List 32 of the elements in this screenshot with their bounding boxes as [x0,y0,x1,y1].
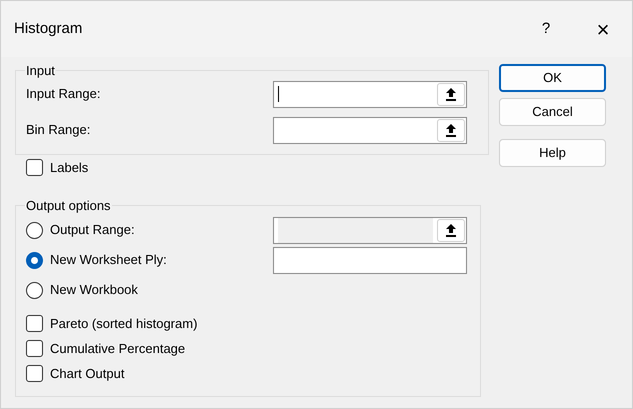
radio-button[interactable] [26,222,43,238]
close-button[interactable]: × [588,12,618,46]
range-picker-button[interactable] [437,82,465,106]
radio-label: Output Range: [50,221,135,240]
range-picker-button[interactable] [437,118,465,142]
radio-button[interactable] [26,252,43,268]
field-label: Input Range: [26,85,102,104]
radio-label: New Worksheet Ply: [50,251,167,270]
checkbox[interactable] [26,365,43,382]
field-label: Bin Range: [26,121,92,140]
group-title: Input [25,62,56,80]
range-field[interactable] [273,246,467,274]
radio-label: New Workbook [50,281,138,300]
help-button[interactable]: ? [526,18,566,40]
collapse-dialog-icon [446,124,456,136]
dialog-button[interactable]: Cancel [499,98,606,126]
checkbox[interactable] [26,159,43,176]
radio-button[interactable] [26,282,43,298]
checkbox-label: Labels [50,158,88,177]
checkbox-label: Cumulative Percentage [50,340,186,358]
window-title: Histogram [14,18,84,39]
range-field[interactable] [273,116,467,144]
dialog-button[interactable]: OK [499,64,606,92]
checkbox[interactable] [26,315,43,332]
checkbox-label: Pareto (sorted histogram) [50,314,198,333]
group-title: Output options [25,196,112,215]
collapse-dialog-icon [446,88,456,100]
dialog-button[interactable]: Help [499,139,606,167]
collapse-dialog-icon [446,224,456,236]
range-field[interactable] [273,80,467,108]
checkbox[interactable] [26,340,43,357]
checkbox-label: Chart Output [50,364,124,383]
